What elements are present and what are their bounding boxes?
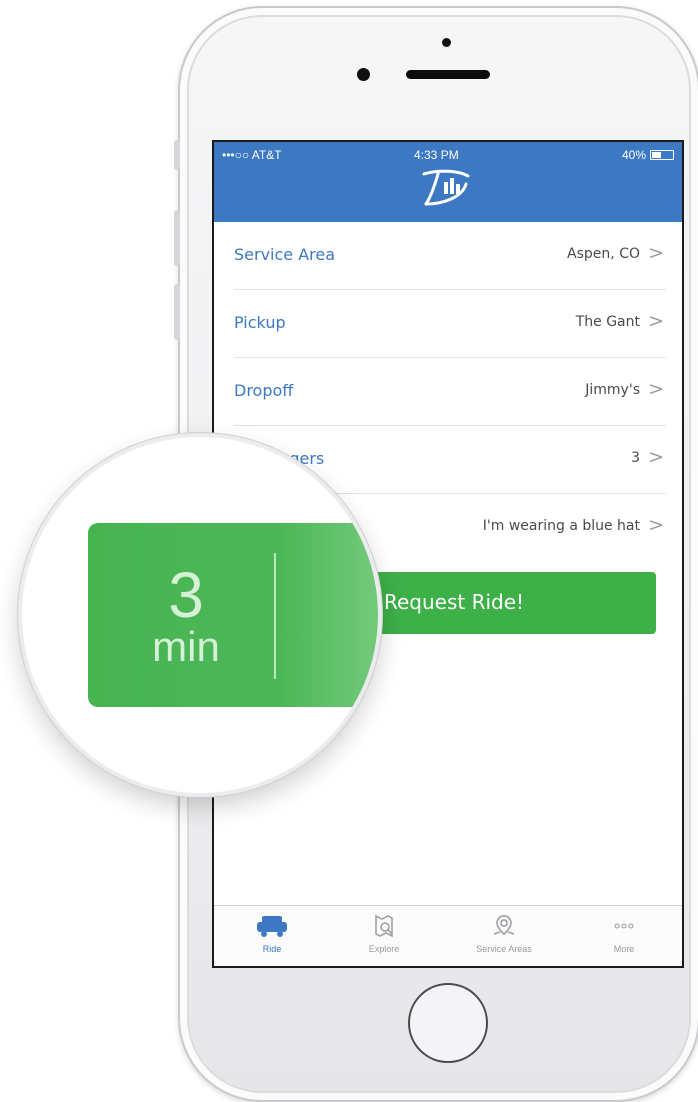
- proximity-sensor: [442, 38, 451, 47]
- row-pickup[interactable]: Pickup The Gant >: [234, 290, 666, 358]
- app-logo-icon: [422, 169, 470, 206]
- battery-percent: 40%: [621, 148, 646, 162]
- status-bar: •••○○ AT&T 4:33 PM 40%: [214, 148, 682, 164]
- tab-more[interactable]: More: [574, 912, 674, 954]
- tab-explore[interactable]: Explore: [334, 912, 434, 954]
- row-value: Aspen, CO: [567, 246, 640, 262]
- more-dots-icon: [614, 923, 634, 929]
- clock-label: 4:33 PM: [414, 148, 459, 162]
- row-label: Dropoff: [234, 381, 294, 400]
- tab-label: More: [613, 944, 635, 954]
- chevron-right-icon: >: [648, 446, 664, 468]
- eta-magnifier: 3 min: [18, 433, 382, 797]
- chevron-right-icon: >: [648, 242, 664, 264]
- row-value: Jimmy's: [585, 382, 640, 398]
- chevron-right-icon: >: [648, 514, 664, 536]
- carrier-label: •••○○ AT&T: [222, 148, 282, 162]
- eta-number: 3: [168, 559, 204, 631]
- request-ride-label: Request Ride!: [384, 590, 525, 614]
- map-pin-icon: [493, 915, 515, 935]
- row-value: The Gant: [575, 314, 640, 330]
- chevron-right-icon: >: [648, 310, 664, 332]
- tab-label: Service Areas: [476, 944, 532, 954]
- volume-up-button: [174, 210, 180, 266]
- car-icon: [257, 916, 287, 937]
- battery-indicator: 40%: [622, 148, 674, 162]
- row-value: I'm wearing a blue hat: [482, 518, 640, 534]
- side-button: [174, 140, 180, 170]
- front-camera: [357, 68, 370, 81]
- eta-badge: 3 min: [88, 523, 378, 707]
- tab-label: Ride: [262, 944, 282, 954]
- map-search-icon: [375, 914, 393, 938]
- app-header: •••○○ AT&T 4:33 PM 40%: [214, 142, 682, 222]
- row-value: 3: [631, 450, 640, 466]
- chevron-right-icon: >: [648, 378, 664, 400]
- volume-down-button: [174, 284, 180, 340]
- earpiece-speaker: [406, 70, 490, 79]
- tab-service-areas[interactable]: Service Areas: [454, 912, 554, 954]
- eta-divider: [274, 553, 276, 679]
- eta-unit: min: [152, 623, 220, 670]
- row-label: Pickup: [234, 313, 286, 332]
- battery-icon: [650, 150, 674, 160]
- tab-ride[interactable]: Ride: [222, 912, 322, 954]
- home-button[interactable]: [408, 983, 488, 1063]
- row-service-area[interactable]: Service Area Aspen, CO >: [234, 222, 666, 290]
- row-label: Service Area: [234, 245, 336, 264]
- row-dropoff[interactable]: Dropoff Jimmy's >: [234, 358, 666, 426]
- tab-label: Explore: [368, 944, 400, 954]
- tab-bar: Ride Explore Service Areas More: [214, 905, 682, 966]
